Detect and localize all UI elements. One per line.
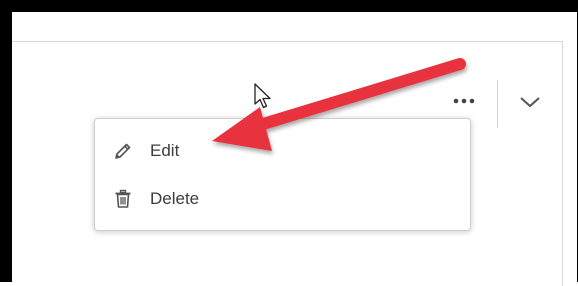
trash-icon xyxy=(112,188,134,210)
menu-item-edit[interactable]: Edit xyxy=(95,129,470,173)
menu-item-edit-label: Edit xyxy=(150,141,180,160)
more-options-button[interactable] xyxy=(450,90,478,112)
chevron-down-icon xyxy=(520,97,540,108)
menu-item-delete[interactable]: Delete xyxy=(95,177,470,221)
expand-button[interactable] xyxy=(514,88,546,116)
ellipsis-icon xyxy=(453,98,475,104)
pencil-icon xyxy=(112,140,134,162)
mouse-cursor-icon xyxy=(254,83,271,109)
menu-item-delete-label: Delete xyxy=(150,189,200,208)
toolbar-divider xyxy=(497,80,498,128)
actions-dropdown-menu: Edit Delete xyxy=(94,118,471,231)
